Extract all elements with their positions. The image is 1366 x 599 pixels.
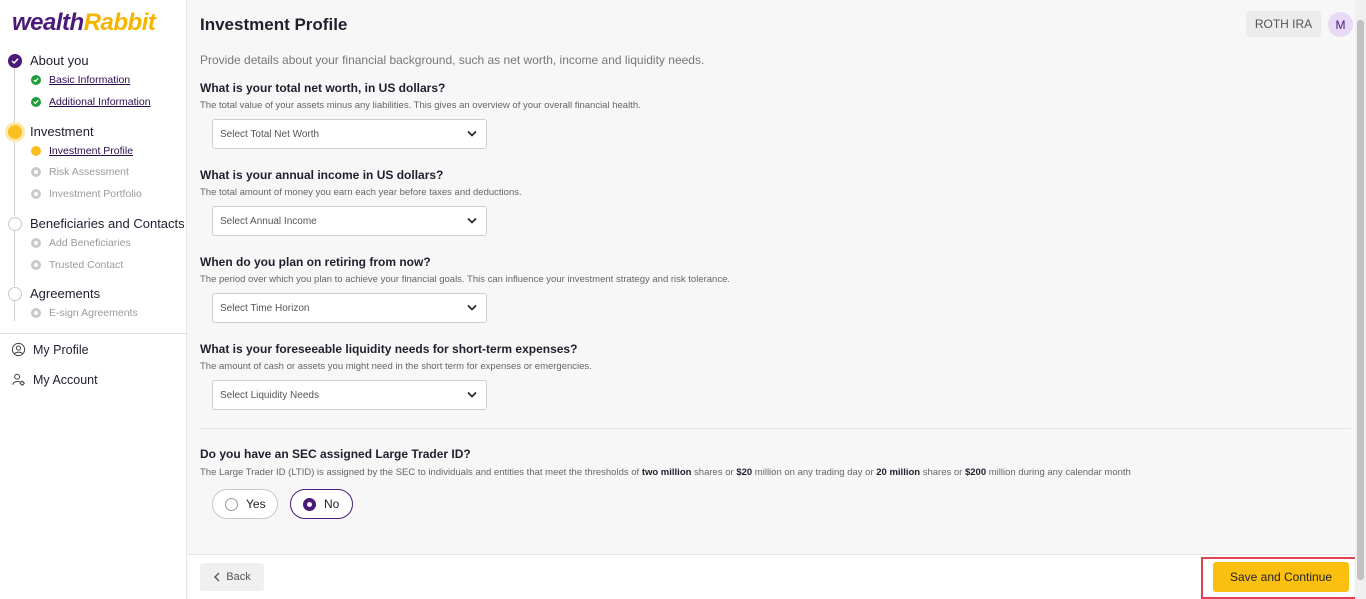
back-label: Back (226, 571, 251, 583)
current-step-icon (31, 146, 41, 156)
net-worth-select[interactable]: Select Total Net Worth (212, 119, 487, 149)
sidebar-item-label: Investment Portfolio (49, 188, 142, 200)
question-net-worth-description: The total value of your assets minus any… (200, 100, 641, 111)
sidebar-link-my-profile[interactable]: My Profile (11, 342, 89, 357)
liquidity-needs-select[interactable]: Select Liquidity Needs (212, 380, 487, 410)
sidebar-item-additional-information[interactable]: Additional Information (31, 96, 151, 108)
sidebar-item-basic-information[interactable]: Basic Information (31, 74, 130, 86)
select-placeholder: Select Time Horizon (220, 302, 310, 314)
page-intro: Provide details about your financial bac… (200, 53, 705, 67)
progress-connector (14, 137, 15, 216)
account-type-badge[interactable]: ROTH IRA (1246, 11, 1321, 37)
sidebar-item-label: Basic Information (49, 74, 131, 86)
progress-connector (14, 299, 15, 321)
main-content: Investment Profile ROTH IRA M Provide de… (188, 0, 1359, 599)
back-button[interactable]: Back (200, 563, 264, 591)
user-circle-icon (11, 342, 26, 357)
question-ltid-description: The Large Trader ID (LTID) is assigned b… (200, 467, 1131, 478)
section-divider (200, 428, 1351, 429)
sidebar-divider (0, 333, 187, 334)
sidebar-item-label: Risk Assessment (49, 166, 129, 178)
pending-step-icon (31, 260, 41, 270)
check-icon (31, 75, 41, 85)
sidebar-link-my-account[interactable]: My Account (11, 372, 98, 387)
progress-connector (14, 66, 15, 124)
chevron-down-icon (467, 304, 477, 311)
in-progress-icon (8, 124, 22, 139)
stage-beneficiaries-and-contacts[interactable]: Beneficiaries and Contacts (8, 216, 185, 231)
ltid-yes-option[interactable]: Yes (212, 489, 278, 519)
select-placeholder: Select Liquidity Needs (220, 389, 319, 401)
stage-agreements[interactable]: Agreements (8, 286, 100, 301)
annual-income-select[interactable]: Select Annual Income (212, 206, 487, 236)
stage-label: Investment (30, 124, 94, 139)
page-title: Investment Profile (200, 15, 348, 34)
sidebar-item-investment-profile[interactable]: Investment Profile (31, 145, 133, 157)
check-icon (8, 53, 22, 68)
sidebar-item-label: Additional Information (49, 96, 151, 108)
sidebar-item-label: Trusted Contact (49, 259, 124, 271)
sidebar-item-label: Investment Profile (49, 145, 134, 157)
question-ltid-title: Do you have an SEC assigned Large Trader… (200, 447, 471, 461)
stage-label: About you (30, 53, 89, 68)
user-settings-icon (12, 373, 25, 386)
radio-selected-icon[interactable] (303, 497, 316, 511)
pending-step-icon (31, 308, 41, 318)
question-annual-income-description: The total amount of money you earn each … (200, 187, 522, 198)
wealthrabbit-logo[interactable]: wealthRabbit (12, 9, 156, 37)
sidebar-link-label: My Account (33, 372, 98, 387)
progress-connector (14, 229, 15, 286)
question-liquidity-description: The amount of cash or assets you might n… (200, 361, 592, 372)
chevron-down-icon (467, 130, 477, 137)
question-retirement-title: When do you plan on retiring from now? (200, 255, 431, 269)
radio-label: Yes (246, 497, 266, 511)
pending-stage-icon (8, 286, 22, 301)
form-footer: Back Save and Continue (188, 554, 1359, 599)
select-placeholder: Select Total Net Worth (220, 128, 320, 140)
question-liquidity-title: What is your foreseeable liquidity needs… (200, 342, 578, 356)
question-net-worth-title: What is your total net worth, in US doll… (200, 81, 446, 95)
sidebar-item-risk-assessment[interactable]: Risk Assessment (31, 166, 129, 178)
radio-unselected-icon[interactable] (225, 497, 238, 511)
stage-about-you[interactable]: About you (8, 53, 89, 68)
sidebar-link-label: My Profile (33, 342, 89, 357)
avatar[interactable]: M (1328, 12, 1353, 37)
stage-label: Agreements (30, 286, 101, 301)
select-placeholder: Select Annual Income (220, 215, 317, 227)
pending-step-icon (31, 238, 41, 248)
chevron-down-icon (467, 391, 477, 398)
question-annual-income-title: What is your annual income in US dollars… (200, 168, 444, 182)
stage-label: Beneficiaries and Contacts (30, 216, 185, 231)
logo-text-wealth: wealth (12, 9, 84, 36)
pending-stage-icon (8, 216, 22, 231)
sidebar-item-add-beneficiaries[interactable]: Add Beneficiaries (31, 237, 131, 249)
chevron-left-icon (214, 572, 220, 582)
sidebar: wealthRabbit About you Basic Information… (0, 0, 187, 599)
sidebar-item-investment-portfolio[interactable]: Investment Portfolio (31, 188, 142, 200)
scrollbar-thumb[interactable] (1357, 20, 1364, 580)
save-and-continue-button[interactable]: Save and Continue (1213, 562, 1349, 592)
sidebar-item-trusted-contact[interactable]: Trusted Contact (31, 259, 123, 271)
scrollbar[interactable] (1355, 0, 1366, 599)
pending-step-icon (31, 167, 41, 177)
time-horizon-select[interactable]: Select Time Horizon (212, 293, 487, 323)
sidebar-item-label: Add Beneficiaries (49, 237, 131, 249)
logo-text-rabbit: Rabbit (83, 9, 156, 36)
stage-investment[interactable]: Investment (8, 124, 94, 139)
radio-label: No (324, 497, 340, 511)
question-retirement-description: The period over which you plan to achiev… (200, 274, 731, 285)
sidebar-item-e-sign-agreements[interactable]: E-sign Agreements (31, 307, 138, 319)
check-icon (31, 97, 41, 107)
sidebar-item-label: E-sign Agreements (49, 307, 138, 319)
chevron-down-icon (467, 217, 477, 224)
pending-step-icon (31, 189, 41, 199)
ltid-no-option[interactable]: No (290, 489, 353, 519)
